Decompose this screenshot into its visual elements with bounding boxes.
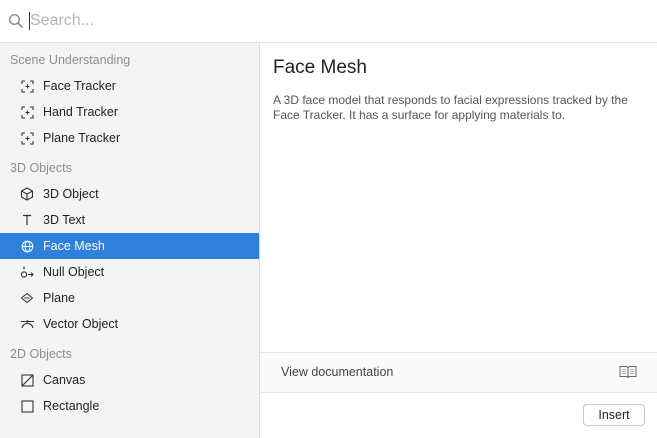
section-header-scene-understanding: Scene Understanding [10, 53, 131, 67]
sidebar-item-label: Plane [43, 291, 75, 305]
tracker-icon [19, 78, 35, 94]
sidebar-item-canvas[interactable]: Canvas [0, 367, 259, 393]
sidebar-item-face-tracker[interactable]: Face Tracker [0, 73, 259, 99]
view-documentation-link[interactable]: View documentation [281, 365, 393, 379]
rectangle-icon [19, 398, 35, 414]
vector-icon [19, 316, 35, 332]
section-header-3d-objects: 3D Objects [10, 161, 72, 175]
sidebar-item-face-mesh[interactable]: Face Mesh [0, 233, 259, 259]
section-header-2d-objects: 2D Objects [10, 347, 72, 361]
search-input[interactable] [28, 9, 628, 33]
search-icon [8, 13, 23, 28]
detail-title: Face Mesh [273, 57, 367, 78]
sidebar-item-label: Canvas [43, 373, 86, 387]
documentation-bar: View documentation [260, 352, 657, 393]
sidebar-item-label: 3D Object [43, 187, 99, 201]
book-icon[interactable] [619, 365, 637, 379]
plane-icon [19, 290, 35, 306]
globe-icon [19, 238, 35, 254]
tracker-icon [19, 104, 35, 120]
sidebar-item-hand-tracker[interactable]: Hand Tracker [0, 99, 259, 125]
sidebar-item-3d-text[interactable]: 3D Text [0, 207, 259, 233]
sidebar-item-label: Hand Tracker [43, 105, 119, 119]
tracker-icon [19, 130, 35, 146]
sidebar-item-plane[interactable]: Plane [0, 285, 259, 311]
canvas-icon [19, 372, 35, 388]
cube-icon [19, 186, 35, 202]
detail-panel: Face Mesh A 3D face model that responds … [260, 43, 657, 438]
text-icon [19, 212, 35, 228]
sidebar-item-null-object[interactable]: Null Object [0, 259, 259, 285]
sidebar: Scene Understanding Face Tracker Hand Tr… [0, 43, 260, 438]
insert-button[interactable]: Insert [583, 404, 645, 426]
sidebar-item-label: Rectangle [43, 399, 100, 413]
detail-description: A 3D face model that responds to facial … [273, 93, 628, 122]
sidebar-item-vector-object[interactable]: Vector Object [0, 311, 259, 337]
sidebar-item-rectangle[interactable]: Rectangle [0, 393, 259, 419]
sidebar-item-label: Null Object [43, 265, 105, 279]
sidebar-item-plane-tracker[interactable]: Plane Tracker [0, 125, 259, 151]
sidebar-item-3d-object[interactable]: 3D Object [0, 181, 259, 207]
sidebar-item-label: Vector Object [43, 317, 119, 331]
sidebar-item-label: Face Mesh [43, 239, 105, 253]
null-object-icon [19, 264, 35, 280]
sidebar-item-label: 3D Text [43, 213, 86, 227]
search-bar [0, 0, 657, 43]
sidebar-item-label: Plane Tracker [43, 131, 121, 145]
sidebar-item-label: Face Tracker [43, 79, 116, 93]
